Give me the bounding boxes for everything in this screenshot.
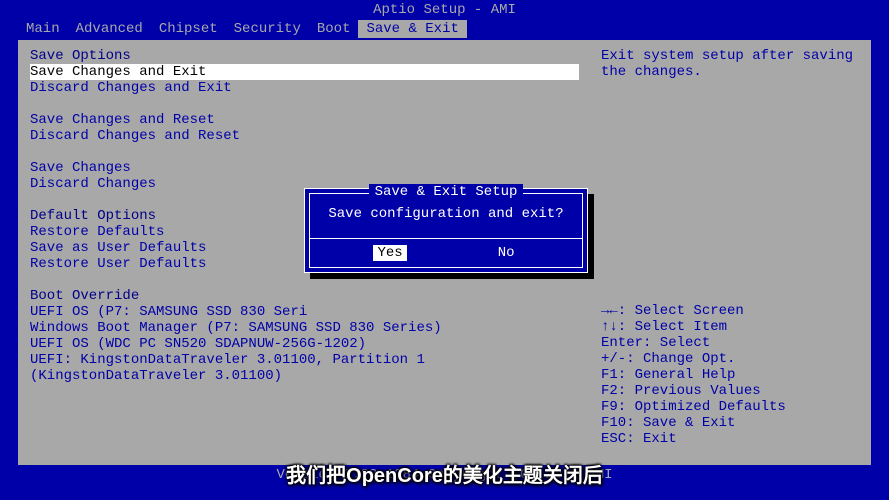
menu-save-exit[interactable]: Save & Exit bbox=[358, 20, 466, 38]
menu-security[interactable]: Security bbox=[226, 20, 309, 38]
dialog-message: Save configuration and exit? bbox=[310, 200, 582, 238]
boot-uefi-samsung[interactable]: UEFI OS (P7: SAMSUNG SSD 830 Seri bbox=[30, 304, 579, 320]
option-save-changes-exit[interactable]: Save Changes and Exit bbox=[30, 64, 579, 80]
dialog-title: Save & Exit Setup bbox=[369, 184, 524, 200]
section-boot-override: Boot Override bbox=[30, 288, 579, 304]
menu-bar: Main Advanced Chipset Security Boot Save… bbox=[0, 20, 889, 38]
menu-advanced[interactable]: Advanced bbox=[68, 20, 151, 38]
hint-general-help: F1: General Help bbox=[601, 367, 859, 383]
menu-chipset[interactable]: Chipset bbox=[151, 20, 226, 38]
help-panel: Exit system setup after saving the chang… bbox=[591, 40, 871, 465]
help-text: Exit system setup after saving the chang… bbox=[601, 48, 859, 80]
boot-uefi-kingston[interactable]: UEFI: KingstonDataTraveler 3.01100, Part… bbox=[30, 352, 579, 368]
hint-select: Enter: Select bbox=[601, 335, 859, 351]
app-title: Aptio Setup - AMI bbox=[0, 0, 889, 20]
boot-windows-boot-manager[interactable]: Windows Boot Manager (P7: SAMSUNG SSD 83… bbox=[30, 320, 579, 336]
boot-uefi-wdc[interactable]: UEFI OS (WDC PC SN520 SDAPNUW-256G-1202) bbox=[30, 336, 579, 352]
confirm-dialog: Save & Exit Setup Save configuration and… bbox=[304, 188, 588, 273]
option-save-changes[interactable]: Save Changes bbox=[30, 160, 579, 176]
option-discard-changes-exit[interactable]: Discard Changes and Exit bbox=[30, 80, 579, 96]
boot-kingston-data-traveler[interactable]: (KingstonDataTraveler 3.01100) bbox=[30, 368, 579, 384]
hint-select-screen: →←: Select Screen bbox=[601, 303, 859, 319]
hint-save-exit: F10: Save & Exit bbox=[601, 415, 859, 431]
hint-optimized-defaults: F9: Optimized Defaults bbox=[601, 399, 859, 415]
key-hints: →←: Select Screen ↑↓: Select Item Enter:… bbox=[601, 303, 859, 457]
dialog-yes-button[interactable]: Yes bbox=[373, 245, 406, 261]
dialog-buttons: Yes No bbox=[310, 239, 582, 267]
hint-select-item: ↑↓: Select Item bbox=[601, 319, 859, 335]
option-discard-changes-reset[interactable]: Discard Changes and Reset bbox=[30, 128, 579, 144]
hint-change-opt: +/-: Change Opt. bbox=[601, 351, 859, 367]
section-save-options: Save Options bbox=[30, 48, 579, 64]
video-subtitle: 我们把OpenCore的美化主题关闭后 bbox=[286, 459, 603, 488]
menu-boot[interactable]: Boot bbox=[309, 20, 359, 38]
menu-main[interactable]: Main bbox=[18, 20, 68, 38]
option-save-changes-reset[interactable]: Save Changes and Reset bbox=[30, 112, 579, 128]
dialog-no-button[interactable]: No bbox=[494, 245, 519, 261]
hint-exit: ESC: Exit bbox=[601, 431, 859, 447]
hint-previous-values: F2: Previous Values bbox=[601, 383, 859, 399]
